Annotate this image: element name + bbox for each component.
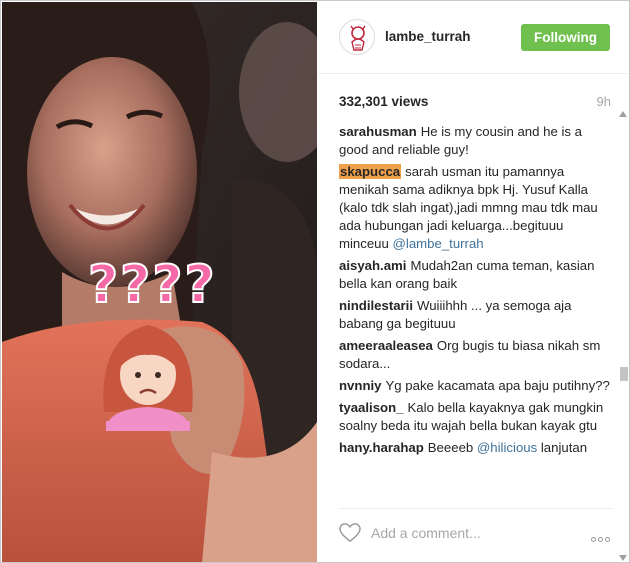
comment-text: Yg pake kacamata apa baju putihny?? (385, 378, 610, 393)
scroll-up-arrow-icon[interactable] (619, 111, 627, 117)
account-logo-icon (350, 25, 366, 51)
avatar[interactable] (339, 19, 375, 55)
more-options-icon[interactable] (589, 529, 613, 542)
question-marks-overlay: ???? (88, 255, 217, 315)
comment-item: sarahusman He is my cousin and he is a go… (339, 123, 613, 159)
comment-item: skapucca sarah usman itu pamannya menikah… (339, 163, 613, 253)
mention-link[interactable]: @hilicious (477, 440, 537, 455)
scroll-thumb[interactable] (620, 367, 628, 381)
heart-outline-icon[interactable] (339, 523, 361, 543)
comment-item: ameeraaleasea Org bugis tu biasa nikah sm… (339, 337, 613, 373)
comment-username[interactable]: skapucca (339, 164, 402, 179)
comment-username[interactable]: sarahusman (339, 124, 417, 139)
comment-item: nvnniy Yg pake kacamata apa baju putihny?… (339, 377, 613, 395)
comment-input[interactable] (371, 521, 571, 545)
comment-username[interactable]: tyaalison_ (339, 400, 404, 415)
following-button[interactable]: Following (521, 24, 610, 51)
post-stats: 332,301 views 9h (339, 94, 611, 112)
comment-item: hany.harahap Beeeeb @hilicious lanjutan (339, 439, 613, 457)
comment-item: tyaalison_ Kalo bella kayaknya gak mungki… (339, 399, 613, 435)
comment-username[interactable]: hany.harahap (339, 440, 424, 455)
comment-username[interactable]: aisyah.ami (339, 258, 406, 273)
comment-text: Beeeeb (427, 440, 474, 455)
comment-text-tail: lanjutan (540, 440, 588, 455)
comment-list: sarahusman He is my cousin and he is a go… (339, 123, 613, 500)
instagram-post-window: ???? lambe_turrah Following 332,301 view… (0, 0, 630, 563)
scroll-down-arrow-icon[interactable] (619, 555, 627, 561)
scrollbar[interactable] (619, 111, 629, 562)
post-time[interactable]: 9h (597, 94, 611, 109)
post-side-panel: lambe_turrah Following 332,301 views 9h … (318, 2, 629, 562)
username[interactable]: lambe_turrah (385, 29, 471, 44)
comment-item: nindilestarii Wuiiihhh ... ya semoga aja … (339, 297, 613, 333)
comment-username[interactable]: ameeraaleasea (339, 338, 433, 353)
comment-item: aisyah.ami Mudah2an cuma teman, kasian be… (339, 257, 613, 293)
post-header: lambe_turrah Following (318, 2, 629, 74)
comment-username[interactable]: nindilestarii (339, 298, 413, 313)
video-frame: ???? (2, 2, 317, 562)
comment-username[interactable]: nvnniy (339, 378, 382, 393)
view-count: 332,301 views (339, 94, 429, 109)
mention-link[interactable]: @lambe_turrah (393, 236, 484, 251)
comment-footer (339, 508, 613, 554)
video-media[interactable]: ???? (2, 2, 317, 562)
